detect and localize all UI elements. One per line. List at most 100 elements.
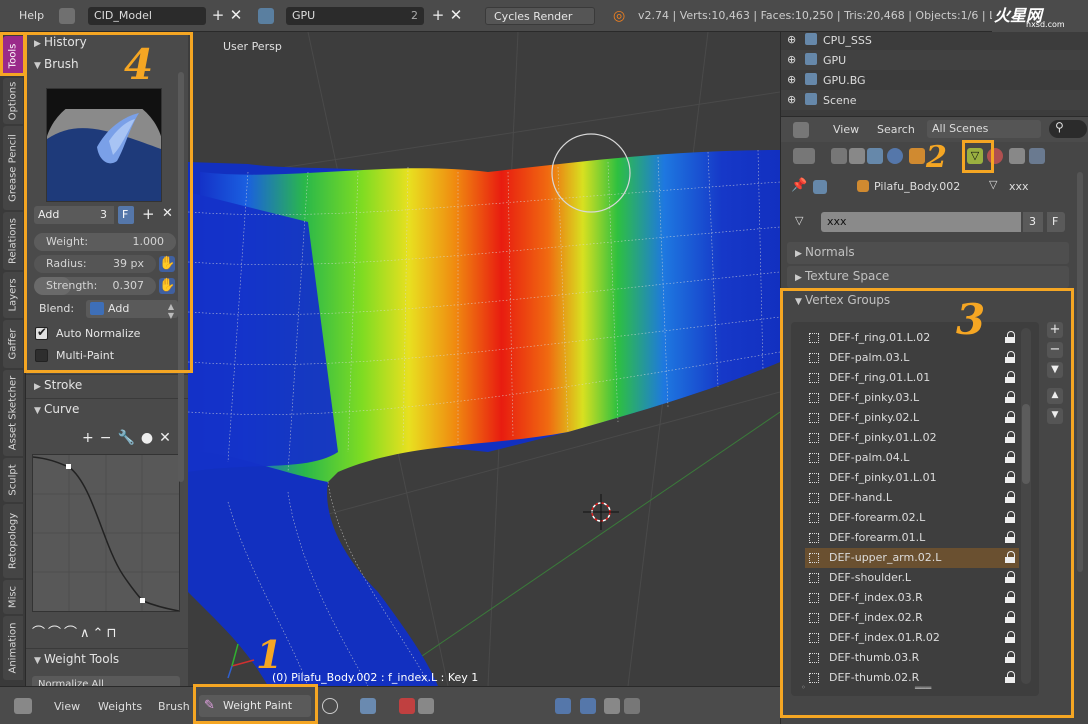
tab-label: Animation — [7, 622, 19, 674]
blender-logo-icon: ◎ — [613, 8, 626, 24]
outliner-item-label: Scene — [823, 94, 857, 107]
tab-misc[interactable]: Misc — [3, 580, 23, 614]
layer-toggle-icon[interactable] — [555, 698, 571, 714]
pivot-icon[interactable] — [360, 698, 376, 714]
close-icon[interactable]: ✕ — [159, 430, 177, 446]
add-scene-button[interactable]: + — [430, 7, 446, 25]
outliner-editor-icon[interactable] — [793, 122, 809, 138]
render-layers-tab-icon[interactable] — [849, 148, 865, 164]
outliner-search-field[interactable]: ⚲ — [1049, 120, 1087, 138]
3d-viewport[interactable]: User Persp (0) Pilafu_Body.002 : f_index… — [188, 32, 780, 686]
tab-label: Options — [7, 81, 19, 121]
wrench-icon[interactable]: 🔧 — [117, 430, 140, 446]
tab-asset-sketcher[interactable]: Asset Sketcher — [3, 370, 23, 456]
screen-name-field[interactable]: CID_Model — [88, 7, 206, 25]
shading-icon[interactable] — [322, 698, 338, 714]
curve-panel-header[interactable]: ▼ Curve — [26, 398, 188, 420]
mesh-datablock-icon[interactable]: ▽ — [795, 214, 803, 227]
scene-tab-icon[interactable] — [867, 148, 883, 164]
display-mode-dropdown[interactable]: All Scenes — [927, 120, 1041, 138]
search-icon: ⚲ — [1055, 120, 1064, 134]
render-engine-dropdown[interactable]: Cycles Render — [485, 7, 595, 25]
add-screen-button[interactable]: + — [210, 7, 226, 25]
world-tab-icon[interactable] — [887, 148, 903, 164]
outliner-item-label: GPU.BG — [823, 74, 866, 87]
watermark-subtext: hxsd.com — [1026, 20, 1065, 29]
zoom-in-icon[interactable]: + — [82, 430, 100, 446]
render-tab-icon[interactable] — [831, 148, 847, 164]
mesh-fake-user-button[interactable]: F — [1047, 212, 1065, 232]
mesh-breadcrumb: xxx — [1009, 180, 1029, 193]
tab-label: Asset Sketcher — [7, 375, 19, 451]
collapsed-arrow-icon: ▶ — [34, 382, 41, 392]
tab-animation[interactable]: Animation — [3, 616, 23, 680]
outliner-view-menu[interactable]: View — [833, 123, 859, 136]
stroke-panel-header[interactable]: ▶ Stroke — [26, 374, 188, 396]
zoom-out-icon[interactable]: − — [100, 430, 118, 446]
tab-relations[interactable]: Relations — [3, 212, 23, 270]
pin-icon[interactable]: 📌 — [791, 178, 807, 193]
annotation-box-4 — [24, 32, 193, 373]
paint-mask-icon[interactable] — [399, 698, 415, 714]
collapsed-arrow-icon: ▶ — [795, 249, 802, 259]
scene-name-field[interactable]: GPU 2 — [286, 7, 424, 25]
texture-tab-icon[interactable] — [1009, 148, 1025, 164]
outliner-item-label: CPU_SSS — [823, 34, 872, 47]
expand-icon[interactable]: ⊕ — [787, 33, 796, 46]
view-label: User Persp — [223, 40, 282, 53]
screen-layout-icon[interactable] — [59, 8, 75, 24]
mesh-datablock-field[interactable]: xxx — [821, 212, 1021, 232]
object-breadcrumb: Pilafu_Body.002 — [874, 180, 961, 193]
normals-panel-header[interactable]: ▶ Normals — [787, 242, 1069, 264]
tab-gaffer[interactable]: Gaffer — [3, 320, 23, 368]
mesh-breadcrumb-icon: ▽ — [989, 178, 998, 191]
weights-menu[interactable]: Weights — [98, 700, 142, 713]
help-menu[interactable]: Help — [19, 9, 44, 22]
expand-icon[interactable]: ⊕ — [787, 93, 796, 106]
tab-options[interactable]: Options — [3, 78, 23, 124]
physics-tab-icon[interactable] — [1029, 148, 1045, 164]
outliner-item[interactable]: ⊕ CPU_SSS — [781, 30, 1088, 50]
viewport-scene — [188, 32, 780, 686]
tab-sculpt[interactable]: Sculpt — [3, 458, 23, 502]
tab-grease-pencil[interactable]: Grease Pencil — [3, 126, 23, 210]
outliner-item[interactable]: ⊕ GPU.BG — [781, 70, 1088, 90]
brush-menu[interactable]: Brush — [158, 700, 190, 713]
annotation-number-4: 4 — [124, 40, 154, 89]
outliner-search-menu[interactable]: Search — [877, 123, 915, 136]
remove-scene-button[interactable]: ✕ — [448, 7, 464, 25]
vertex-select-icon[interactable] — [418, 698, 434, 714]
expand-icon[interactable]: ⊕ — [787, 73, 796, 86]
collapsed-arrow-icon: ▶ — [795, 273, 802, 283]
point-icon[interactable]: ● — [141, 430, 159, 446]
view-menu[interactable]: View — [54, 700, 80, 713]
tab-label: Misc — [7, 585, 19, 609]
object-tab-icon[interactable] — [909, 148, 925, 164]
clapper-icon[interactable] — [624, 698, 640, 714]
outliner-item[interactable]: ⊕ GPU — [781, 50, 1088, 70]
weight-tools-panel-header[interactable]: ▼ Weight Tools — [26, 648, 188, 670]
outliner-header: View Search All Scenes ⚲ — [780, 116, 1088, 142]
outliner-item[interactable]: ⊕ Scene — [781, 90, 1088, 110]
tab-layers[interactable]: Layers — [3, 272, 23, 318]
render-icon[interactable] — [604, 698, 620, 714]
tab-label: Gaffer — [7, 328, 19, 360]
editor-type-icon[interactable] — [14, 698, 32, 714]
mesh-users-count: 3 — [1023, 212, 1043, 232]
falloff-curve-editor[interactable] — [32, 454, 180, 612]
properties-scrollbar[interactable] — [1077, 172, 1083, 572]
properties-editor-icon[interactable] — [793, 148, 815, 164]
outliner-item-label: GPU — [823, 54, 847, 67]
annotation-box-2 — [962, 140, 994, 173]
expand-icon[interactable]: ⊕ — [787, 53, 796, 66]
scene-users-count: 2 — [411, 9, 418, 22]
occlude-icon[interactable] — [580, 698, 596, 714]
texture-space-panel-header[interactable]: ▶ Texture Space — [787, 266, 1069, 288]
curve-presets[interactable]: ⌒⌒⌒∧⌃⊓ — [32, 622, 150, 641]
tab-label: Relations — [7, 218, 19, 264]
scene-icon[interactable] — [258, 8, 274, 24]
remove-screen-button[interactable]: ✕ — [228, 7, 244, 25]
tab-retopology[interactable]: Retopology — [3, 504, 23, 578]
expanded-arrow-icon: ▼ — [34, 406, 41, 416]
3d-cursor-icon — [583, 494, 619, 530]
